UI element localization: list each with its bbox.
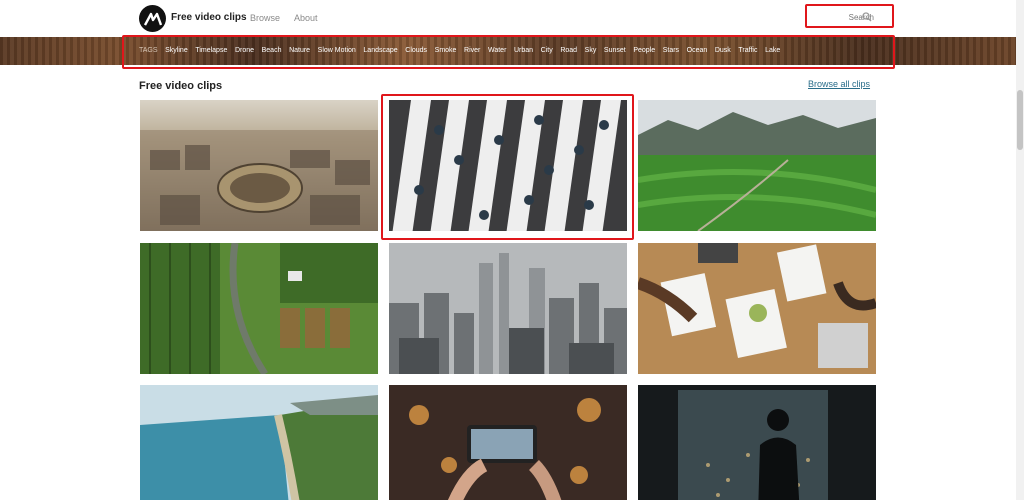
tag-traffic[interactable]: Traffic [738,47,757,54]
section-title: Free video clips [139,80,223,92]
clip-thumbnail-crosswalk[interactable] [389,100,627,231]
tag-road[interactable]: Road [560,47,577,54]
tags-bar: TAGS Skyline Timelapse Drone Beach Natur… [0,37,1016,65]
scrollbar-thumb[interactable] [1017,90,1023,150]
tag-city[interactable]: City [541,47,553,54]
tag-river[interactable]: River [464,47,480,54]
clip-thumbnail-rice-fields[interactable] [638,100,876,231]
tags-list: TAGS Skyline Timelapse Drone Beach Natur… [139,47,788,54]
tag-drone[interactable]: Drone [235,47,254,54]
tag-slow-motion[interactable]: Slow Motion [318,47,356,54]
clip-thumbnail-coastline[interactable] [140,385,378,500]
tag-dusk[interactable]: Dusk [715,47,731,54]
clip-thumbnail-aerial-rome[interactable] [140,100,378,231]
browse-all-link[interactable]: Browse all clips [808,79,870,89]
tag-stars[interactable]: Stars [663,47,679,54]
tag-skyline[interactable]: Skyline [165,47,188,54]
tag-nature[interactable]: Nature [289,47,310,54]
brand-name[interactable]: Free video clips [171,12,247,23]
logo-icon[interactable] [139,5,166,32]
nav-browse[interactable]: Browse [250,13,280,23]
search-icon[interactable] [862,12,872,22]
page-scrollbar[interactable] [1016,0,1024,500]
tags-label: TAGS [139,47,158,54]
tag-timelapse[interactable]: Timelapse [195,47,227,54]
nav-about[interactable]: About [294,13,318,23]
tag-lake[interactable]: Lake [765,47,780,54]
tag-water[interactable]: Water [488,47,506,54]
tag-sky[interactable]: Sky [585,47,597,54]
clip-thumbnail-window-silhouette[interactable] [638,385,876,500]
tag-smoke[interactable]: Smoke [435,47,457,54]
clip-thumbnail-city-skyline[interactable] [389,243,627,374]
tag-ocean[interactable]: Ocean [687,47,708,54]
tag-clouds[interactable]: Clouds [405,47,427,54]
tag-urban[interactable]: Urban [514,47,533,54]
site-header: Free video clips Browse About [0,0,1024,37]
tag-landscape[interactable]: Landscape [363,47,397,54]
clip-thumbnail-phone-night[interactable] [389,385,627,500]
clip-thumbnail-farm-aerial[interactable] [140,243,378,374]
search-box[interactable] [810,7,892,27]
tag-people[interactable]: People [633,47,655,54]
clip-thumbnail-meeting-table[interactable] [638,243,876,374]
tag-sunset[interactable]: Sunset [604,47,626,54]
page: Free video clips Browse About TAGS Skyli… [0,0,1024,500]
tag-beach[interactable]: Beach [262,47,282,54]
